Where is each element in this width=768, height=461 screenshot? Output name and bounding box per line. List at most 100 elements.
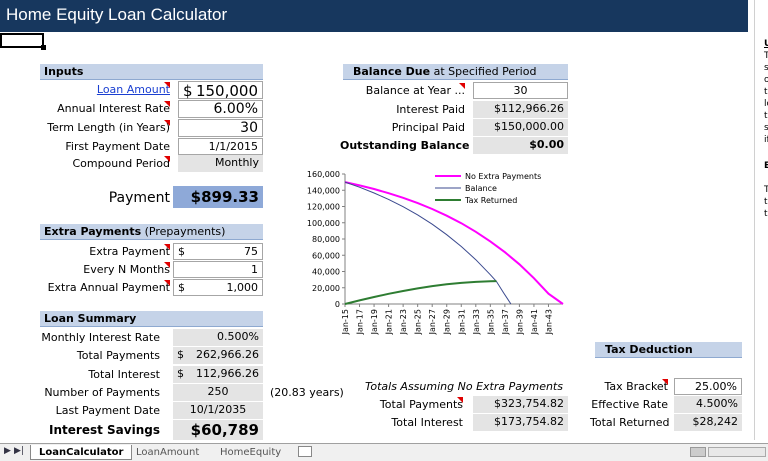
y-tick-label: 80,000: [312, 235, 340, 244]
last-sheet-icon[interactable]: ▶|: [14, 446, 24, 456]
tab-home-equity[interactable]: HomeEquity: [212, 445, 289, 460]
y-tick-label: 140,000: [307, 186, 340, 195]
tab-loan-calculator[interactable]: LoanCalculator: [30, 445, 133, 460]
no-extra-caption: Totals Assuming No Extra Payments: [365, 380, 563, 393]
x-tick-label: Jan-29: [443, 309, 452, 335]
panel-text-line: if: [764, 135, 768, 145]
x-tick-label: Jan-31: [457, 309, 466, 335]
x-tick-label: Jan-35: [486, 309, 495, 335]
years-note: (20.83 years): [270, 386, 344, 399]
currency-symbol: $: [178, 245, 185, 258]
compound-select[interactable]: Monthly: [178, 155, 263, 172]
balance-year-label: Balance at Year ...: [365, 83, 465, 97]
x-tick-label: Jan-27: [428, 309, 437, 335]
term-label: Term Length (in Years): [47, 120, 170, 134]
last-date-label: Last Payment Date: [55, 404, 160, 417]
total-returned-value: $28,242: [674, 414, 742, 431]
inputs-header: Inputs: [40, 64, 263, 80]
total-interest-label: Total Interest: [88, 368, 160, 381]
first-payment-label: First Payment Date: [65, 140, 170, 153]
extra-annual-value: 1,000: [226, 281, 259, 294]
y-tick-label: 120,000: [307, 203, 340, 212]
x-tick-label: Jan-17: [356, 309, 365, 335]
principal-paid-value: $150,000.00: [473, 119, 568, 136]
total-payments-amount: 262,966.26: [196, 348, 259, 361]
panel-body: Tsotlotsif: [755, 50, 768, 146]
loan-amount-value: 150,000: [195, 82, 258, 100]
balance-due-header: Balance Due at Specified Period: [343, 64, 568, 80]
no-extra-total-interest-label: Total Interest: [391, 416, 463, 429]
horizontal-scrollbar[interactable]: [708, 447, 766, 457]
x-tick-label: Jan-33: [472, 309, 481, 335]
interest-paid-label: Interest Paid: [396, 103, 465, 116]
every-n-months-input[interactable]: 1: [173, 261, 263, 278]
x-tick-label: Jan-21: [385, 309, 394, 335]
panel-body-2: Ttt: [755, 184, 768, 220]
first-payment-input[interactable]: 1/1/2015: [178, 138, 263, 155]
total-payments-label: Total Payments: [76, 349, 160, 362]
outstanding-label: Outstanding Balance: [340, 139, 470, 152]
currency-symbol: $: [177, 348, 184, 361]
next-sheet-icon[interactable]: ▶: [4, 446, 11, 456]
panel-text-line: s: [764, 122, 768, 134]
tax-bracket-input[interactable]: 25.00%: [674, 378, 742, 395]
selected-cell[interactable]: [0, 33, 44, 48]
x-tick-label: Jan-19: [370, 309, 379, 335]
effective-rate-value: 4.500%: [674, 396, 742, 413]
loan-amount-link[interactable]: Loan Amount: [0, 82, 170, 98]
y-tick-label: 0: [335, 300, 340, 309]
panel-text-line: t: [764, 209, 768, 219]
total-interest-amount: 112,966.26: [196, 367, 259, 380]
payment-label: Payment: [108, 190, 170, 206]
legend-label-balance: Balance: [465, 184, 497, 193]
interest-paid-value: $112,966.26: [473, 101, 568, 118]
y-tick-label: 160,000: [307, 170, 340, 179]
tax-deduction-header: Tax Deduction: [595, 342, 742, 358]
tab-loan-amount[interactable]: LoanAmount: [128, 445, 207, 460]
monthly-rate-label: Monthly Interest Rate: [41, 331, 160, 344]
extra-payment-label: Extra Payment: [89, 244, 170, 258]
x-tick-label: Jan-43: [544, 309, 553, 335]
panel-heading: U: [755, 38, 768, 50]
y-tick-label: 60,000: [312, 251, 340, 260]
x-tick-label: Jan-23: [399, 309, 408, 335]
x-tick-label: Jan-15: [341, 309, 350, 335]
legend-label-no-extra-payments: No Extra Payments: [465, 172, 541, 181]
extra-annual-label: Extra Annual Payment: [47, 280, 170, 294]
extra-annual-input[interactable]: $ 1,000: [173, 279, 263, 296]
scroll-split-handle[interactable]: [690, 447, 706, 457]
panel-text-line: t: [764, 197, 768, 207]
interest-savings-value: $60,789: [173, 420, 263, 440]
rate-input[interactable]: 6.00%: [178, 100, 263, 118]
y-tick-label: 100,000: [307, 219, 340, 228]
balance-year-input[interactable]: 30: [473, 82, 568, 99]
panel-heading-2: E: [755, 160, 768, 172]
num-payments-value: 250: [173, 384, 263, 401]
no-extra-total-payments-value: $323,754.82: [473, 396, 568, 413]
compound-label: Compound Period: [72, 156, 170, 170]
term-input[interactable]: 30: [178, 119, 263, 137]
interest-savings-label: Interest Savings: [49, 423, 160, 437]
fill-handle[interactable]: [41, 45, 46, 50]
new-sheet-icon[interactable]: [298, 446, 312, 457]
y-tick-label: 20,000: [312, 284, 340, 293]
series-line-tax-returned: [344, 280, 497, 305]
extra-payment-input[interactable]: $ 75: [173, 243, 263, 260]
currency-symbol: $: [183, 82, 193, 100]
last-date-value: 10/1/2035: [173, 402, 263, 419]
panel-text-line: lo: [764, 99, 768, 109]
effective-rate-label: Effective Rate: [591, 398, 668, 411]
x-tick-label: Jan-37: [501, 309, 510, 335]
panel-text-line: o: [764, 74, 768, 86]
panel-text-line: s: [764, 62, 768, 74]
panel-text-line: T: [764, 50, 768, 62]
page-title: Home Equity Loan Calculator: [6, 5, 228, 24]
loan-amount-input[interactable]: $ 150,000: [178, 81, 263, 100]
total-interest-value: $ 112,966.26: [173, 366, 263, 383]
no-extra-total-payments-label: Total Payments: [379, 397, 463, 411]
extra-payment-value: 75: [244, 245, 258, 258]
x-tick-label: Jan-39: [515, 309, 524, 335]
rate-label: Annual Interest Rate: [57, 101, 170, 115]
loan-balance-chart: 160,000 140,000 120,000 100,000 80,000 60,000…: [307, 170, 564, 335]
total-returned-label: Total Returned: [590, 416, 670, 429]
